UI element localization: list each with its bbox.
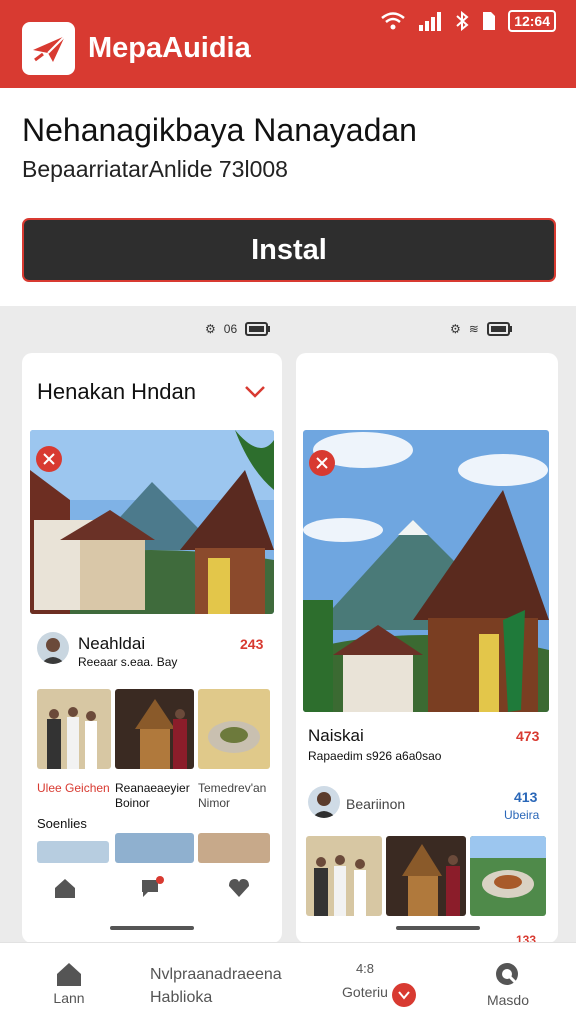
nav-label: Goteriu (342, 984, 388, 1000)
thumb-1-label: Ulee Geichen (37, 781, 110, 795)
notification-icon (392, 983, 416, 1007)
section-heading: Soenlies (37, 816, 87, 831)
status-bar: 12:64 (380, 10, 556, 32)
post-author: Neahldai (78, 634, 146, 653)
nav-sup: 4:8 (355, 961, 375, 976)
screenshot-2[interactable]: Naiskai Rapaedim s926 a6a0sao 473 Bearii… (296, 353, 558, 943)
gesture-bar (396, 926, 480, 930)
wifi-icon (381, 12, 405, 30)
home-icon (57, 963, 81, 986)
chat-icon[interactable] (139, 876, 165, 900)
thumb-3-label: Temedrev'an Nimor (198, 781, 267, 810)
pin-icon[interactable] (36, 446, 62, 472)
shot1-status-bar: ⚙ 06 (205, 322, 271, 336)
hero-photo[interactable] (30, 430, 274, 614)
post-meta: Reeaar s.eaa. Bay (78, 655, 178, 669)
shot2-status-bar: ⚙ ≋ (450, 322, 513, 336)
app-subtitle: BepaarriatarAnlide 73l008 (22, 156, 288, 182)
nav-label: Masdo (486, 992, 530, 1008)
thumb-3[interactable] (198, 689, 270, 769)
home-icon[interactable] (53, 877, 77, 899)
screenshot-1[interactable]: Henakan Hndan Neahldai Reeaar s.eaa. Bay… (22, 353, 282, 943)
user-link[interactable]: Ubeira (504, 808, 539, 822)
thumb-2-label: Reanaeaeyier Boinor (115, 781, 190, 810)
thumb-2[interactable] (386, 836, 466, 916)
pin-icon[interactable] (309, 450, 335, 476)
nav-item-search[interactable]: Masdo (480, 961, 536, 1008)
bottom-nav: Lann Nvlpraanadraeena Hablioka 4:8 Goter… (0, 942, 576, 1024)
app-logo[interactable] (22, 22, 75, 75)
post-meta: Rapaedim s926 a6a0sao (308, 749, 442, 763)
bluetooth-icon (456, 11, 469, 31)
post-count: 473 (516, 728, 540, 744)
app-title: Nehanagikbaya Nanayadan (22, 112, 417, 148)
sim-card-icon (483, 12, 496, 30)
nav-item-home[interactable]: Lann (44, 961, 94, 1006)
gesture-bar (110, 926, 194, 930)
nav-item-notifications[interactable]: 4:8 Goteriu (330, 961, 416, 1007)
chevron-down-icon[interactable] (244, 385, 266, 399)
battery-time: 12:64 (508, 10, 556, 32)
battery-icon (486, 322, 512, 336)
shot1-bottom-nav (22, 858, 282, 918)
user-name: Beariinon (346, 796, 406, 812)
thumb-2[interactable] (115, 689, 194, 769)
nav-label: Lann (53, 990, 85, 1006)
signal-icon (419, 12, 442, 31)
thumb-3[interactable] (470, 836, 546, 916)
thumb-1[interactable] (37, 689, 111, 769)
screenshot-carousel[interactable]: ⚙ 06 ⚙ ≋ Henakan Hndan Neahldai Reeaar s… (0, 306, 576, 943)
search-icon (496, 963, 519, 986)
gear-icon: ⚙ (205, 322, 216, 336)
post-count: 243 (240, 636, 264, 652)
app-header: MepaAuidia 12:64 (0, 0, 576, 88)
favorite-icon[interactable] (227, 877, 251, 899)
paper-plane-icon (32, 34, 66, 62)
wifi-icon: ≋ (468, 322, 479, 336)
thumb-1[interactable] (306, 836, 382, 916)
nav-label: Nvlpraanadraeena Hablioka (150, 966, 282, 1006)
nav-item-apps[interactable]: Nvlpraanadraeena Hablioka (150, 963, 300, 1009)
user-count: 413 (514, 789, 538, 805)
post-author: Naiskai (308, 726, 364, 745)
install-button[interactable]: Instal (22, 218, 556, 282)
avatar[interactable] (37, 632, 69, 664)
hero-photo-large[interactable] (303, 430, 549, 712)
shot1-status-text: 06 (223, 322, 238, 336)
shot1-card-title: Henakan Hndan (37, 379, 197, 404)
app-name: MepaAuidia (88, 32, 251, 64)
avatar[interactable] (308, 786, 340, 818)
battery-icon (245, 322, 271, 336)
settings-icon: ⚙ (450, 322, 461, 336)
